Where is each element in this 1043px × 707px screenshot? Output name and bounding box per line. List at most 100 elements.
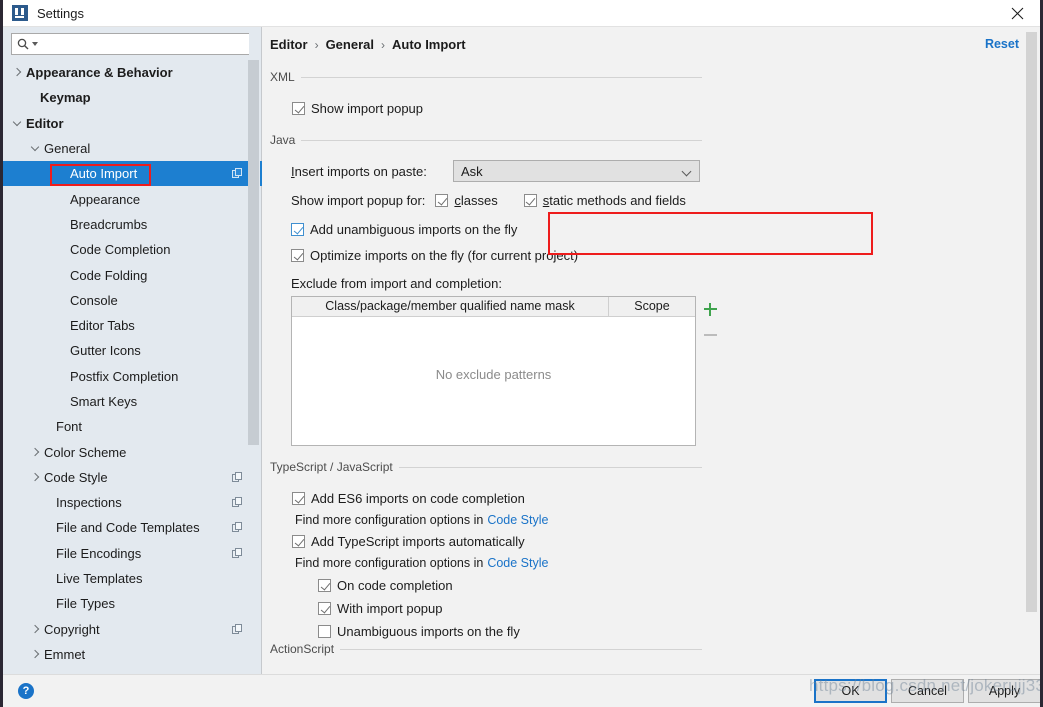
apply-button[interactable]: Apply — [968, 679, 1040, 703]
sidebar-item-code-style[interactable]: Code Style — [3, 465, 262, 490]
search-input[interactable] — [38, 35, 254, 53]
content-scrollbar-thumb[interactable] — [1026, 32, 1037, 612]
sidebar-item-editor[interactable]: Editor — [3, 111, 262, 136]
dialog-body: Appearance & Behavior Keymap Editor General… — [3, 27, 1040, 674]
checkbox-show-import-popup-xml[interactable]: Show import popup — [292, 99, 702, 118]
search-box[interactable] — [11, 33, 255, 55]
sidebar-item-label: File and Code Templates — [56, 520, 200, 536]
breadcrumb-item-general[interactable]: General — [326, 37, 374, 52]
checkbox-box[interactable] — [292, 535, 305, 548]
cancel-button[interactable]: Cancel — [891, 679, 964, 703]
checkbox-box[interactable] — [292, 102, 305, 115]
breadcrumb: Editor › General › Auto Import — [270, 37, 466, 52]
chevron-down-icon[interactable] — [31, 144, 40, 153]
sidebar-item-postfix-completion[interactable]: Postfix Completion — [3, 364, 262, 389]
sidebar-item-gutter-icons[interactable]: Gutter Icons — [3, 338, 262, 363]
sidebar-item-label: Smart Keys — [70, 394, 138, 409]
breadcrumb-item-editor[interactable]: Editor — [270, 37, 308, 52]
sidebar-item-font[interactable]: Font — [3, 414, 262, 439]
checkbox-add-unambiguous-imports[interactable]: Add unambiguous imports on the fly — [291, 220, 702, 239]
checkbox-on-code-completion[interactable]: On code completion — [318, 576, 702, 595]
sidebar-item-console[interactable]: Console — [3, 288, 262, 313]
exclude-table[interactable]: Class/package/member qualified name mask… — [291, 296, 696, 446]
note-code-style-1: Find more configuration options in Code … — [295, 510, 702, 529]
insert-imports-dropdown[interactable]: Ask — [453, 160, 700, 182]
sidebar-item-label: Inspections — [56, 495, 122, 511]
checkbox-add-es6-imports[interactable]: Add ES6 imports on code completion — [292, 489, 702, 508]
sidebar-scrollbar-track[interactable] — [248, 27, 260, 674]
sidebar-item-code-completion[interactable]: Code Completion — [3, 237, 262, 262]
chevron-right-icon[interactable] — [31, 448, 40, 457]
sidebar-scrollbar-thumb[interactable] — [248, 60, 259, 445]
checkbox-add-typescript-imports[interactable]: Add TypeScript imports automatically — [292, 532, 702, 551]
close-icon[interactable] — [994, 0, 1040, 27]
sidebar-item-color-scheme[interactable]: Color Scheme — [3, 439, 262, 464]
checkbox-unambiguous-imports-fly[interactable]: Unambiguous imports on the fly — [318, 622, 702, 641]
checkbox-box[interactable] — [318, 625, 331, 638]
sidebar-item-label: Appearance — [70, 191, 141, 207]
sidebar-item-label: Gutter Icons — [70, 343, 141, 359]
table-toolbar — [697, 296, 723, 348]
checkbox-box[interactable] — [291, 249, 304, 262]
sidebar-item-inspections[interactable]: Inspections — [3, 490, 262, 515]
chevron-right-icon[interactable] — [13, 68, 22, 77]
chevron-right-icon[interactable] — [31, 625, 40, 634]
breadcrumb-separator: › — [314, 37, 319, 52]
checkbox-classes[interactable]: classes — [435, 191, 498, 210]
sidebar-item-label: Emmet — [44, 646, 86, 662]
ok-button[interactable]: OK — [814, 679, 887, 703]
checkbox-box[interactable] — [523, 194, 537, 207]
section-xml: XML Show import popup — [270, 69, 702, 118]
code-style-link[interactable]: Code Style — [487, 513, 548, 527]
sidebar-item-appearance-behavior[interactable]: Appearance & Behavior — [3, 60, 262, 85]
checkbox-label: On code completion — [337, 578, 453, 593]
project-scope-icon — [232, 471, 243, 483]
sidebar-item-keymap[interactable]: Keymap — [3, 85, 262, 110]
section-typescript: TypeScript / JavaScript Add ES6 imports … — [270, 459, 702, 641]
sidebar-item-breadcrumbs[interactable]: Breadcrumbs — [3, 212, 262, 237]
sidebar-item-file-and-code-templates[interactable]: File and Code Templates — [3, 515, 262, 540]
code-style-link[interactable]: Code Style — [487, 556, 548, 570]
reset-link[interactable]: Reset — [985, 37, 1019, 51]
sidebar-item-label: Keymap — [40, 90, 91, 106]
checkbox-box[interactable] — [318, 602, 331, 615]
sidebar-item-copyright[interactable]: Copyright — [3, 617, 262, 642]
section-divider — [301, 139, 702, 141]
project-scope-icon — [232, 168, 243, 179]
checkbox-box[interactable] — [435, 194, 449, 207]
checkbox-box[interactable] — [292, 492, 305, 505]
sidebar-item-appearance[interactable]: Appearance — [3, 186, 262, 211]
sidebar-item-live-templates[interactable]: Live Templates — [3, 566, 262, 591]
chevron-down-icon[interactable] — [13, 119, 22, 128]
sidebar-item-file-types[interactable]: File Types — [3, 591, 262, 616]
table-column-header-scope[interactable]: Scope — [609, 297, 695, 316]
show-import-popup-for-label: Show import popup for: — [291, 193, 426, 208]
sidebar-item-code-folding[interactable]: Code Folding — [3, 262, 262, 287]
table-empty-message: No exclude patterns — [435, 367, 552, 382]
section-java-title: Java — [270, 132, 702, 148]
settings-content: Editor › General › Auto Import Reset XML… — [263, 27, 1040, 674]
sidebar-item-general[interactable]: General — [3, 136, 262, 161]
checkbox-box[interactable] — [318, 579, 331, 592]
section-divider — [340, 648, 702, 650]
remove-row-button[interactable] — [697, 322, 723, 348]
project-scope-icon — [232, 623, 243, 635]
chevron-right-icon[interactable] — [31, 650, 40, 659]
settings-tree: Appearance & Behavior Keymap Editor General… — [3, 60, 262, 674]
checkbox-box[interactable] — [291, 223, 304, 236]
table-column-header-mask[interactable]: Class/package/member qualified name mask — [292, 297, 609, 316]
add-row-button[interactable] — [697, 296, 723, 322]
chevron-right-icon[interactable] — [31, 473, 40, 482]
help-icon[interactable]: ? — [18, 683, 34, 699]
checkbox-optimize-imports[interactable]: Optimize imports on the fly (for current… — [291, 246, 702, 265]
sidebar-item-auto-import[interactable]: Auto Import — [3, 161, 262, 187]
sidebar-item-label: Code Folding — [70, 267, 148, 283]
sidebar-item-smart-keys[interactable]: Smart Keys — [3, 389, 262, 414]
content-scrollbar-track[interactable] — [1026, 32, 1037, 669]
chevron-down-icon[interactable] — [681, 166, 692, 177]
checkbox-with-import-popup[interactable]: With import popup — [318, 599, 702, 618]
checkbox-static-methods[interactable]: static methods and fields — [523, 191, 686, 210]
sidebar-item-file-encodings[interactable]: File Encodings — [3, 541, 262, 566]
sidebar-item-editor-tabs[interactable]: Editor Tabs — [3, 313, 262, 338]
sidebar-item-emmet[interactable]: Emmet — [3, 642, 262, 667]
